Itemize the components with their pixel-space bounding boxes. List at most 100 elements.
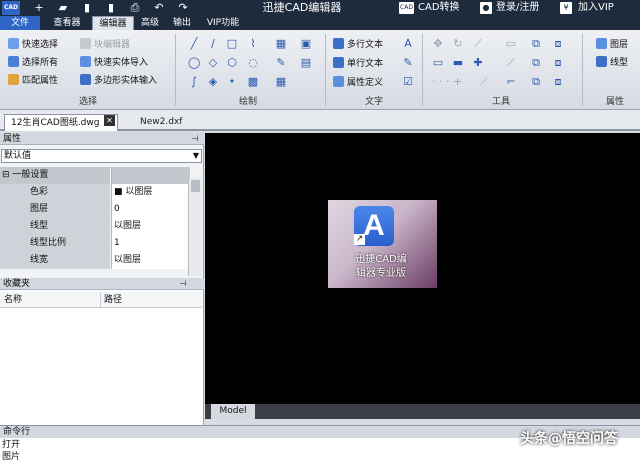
property-group-row[interactable]: ⊟ 一般设置 <box>0 167 190 184</box>
clip-icon[interactable]: ⧈ <box>552 76 564 88</box>
layer-button[interactable]: 图层 <box>596 38 628 53</box>
rotate-icon[interactable]: ↻ <box>452 38 464 50</box>
line-icon[interactable]: ╱ <box>188 38 200 50</box>
rect-select-icon[interactable]: ▬ <box>452 57 464 69</box>
ellipse-icon[interactable]: ◇ <box>207 57 219 69</box>
command-panel: 命令行 打开 图片 头条@悟空问答 <box>0 425 640 463</box>
doc-tab-active[interactable]: 12生肖CAD图纸.dwg <box>4 114 118 131</box>
model-tab[interactable]: Model <box>211 404 255 419</box>
new-icon[interactable]: + <box>32 1 46 15</box>
save-as-icon[interactable]: ▮ <box>104 1 118 15</box>
group-icon[interactable]: ⧈ <box>552 57 564 69</box>
replace-icon[interactable]: ⧉ <box>530 76 542 88</box>
tab-editor[interactable]: 编辑器 <box>92 16 134 30</box>
polygon-icon <box>80 74 91 85</box>
pin-icon[interactable]: ⊣ <box>190 134 200 144</box>
quick-select-icon <box>8 38 19 49</box>
table-icon[interactable]: ▤ <box>300 57 312 69</box>
text-edit-icon[interactable]: ✎ <box>402 57 414 69</box>
tab-advanced[interactable]: 高级 <box>136 16 164 30</box>
column-path[interactable]: 路径 <box>104 292 122 308</box>
spline-icon[interactable]: ⌇ <box>247 38 259 50</box>
block-editor-button[interactable]: 块编辑器 <box>80 38 130 53</box>
property-row[interactable]: 色彩 ■ 以图层 <box>0 184 190 201</box>
property-row[interactable]: 线宽 以图层 <box>0 252 190 269</box>
column-name[interactable]: 名称 <box>4 292 22 308</box>
group-label-tools: 工具 <box>491 97 510 107</box>
undo-icon[interactable]: ↶ <box>152 1 166 15</box>
move-icon[interactable]: ✥ <box>432 38 444 50</box>
properties-selector[interactable]: 默认值 ▼ <box>1 149 202 163</box>
drawing-canvas[interactable]: A ↗ 迅捷CAD编 辑器专业版 <box>205 133 640 404</box>
tab-viewer[interactable]: 查看器 <box>46 16 88 30</box>
inserted-image[interactable]: A ↗ 迅捷CAD编 辑器专业版 <box>328 200 437 288</box>
polygon-entity-button[interactable]: 多边形实体输入 <box>80 74 157 89</box>
pin-icon[interactable]: ⊣ <box>178 279 188 289</box>
login-button[interactable]: 登录/注册 <box>496 0 539 16</box>
region-icon[interactable]: ▣ <box>300 38 312 50</box>
column-divider <box>100 292 101 308</box>
pen-icon[interactable]: ✎ <box>275 57 287 69</box>
doc-tab[interactable]: New2.dxf <box>134 114 204 131</box>
match-props-button[interactable]: 匹配属性 <box>8 74 58 89</box>
hatch-icon[interactable]: ▦ <box>275 38 287 50</box>
cad-convert-button[interactable]: CAD转换 <box>418 0 460 16</box>
vip-icon[interactable]: ¥ <box>560 2 572 14</box>
layers-icon[interactable]: ⧉ <box>530 38 542 50</box>
point-icon[interactable]: • <box>226 76 238 88</box>
polyline-icon[interactable]: ∕ <box>207 38 219 50</box>
properties-scrollbar[interactable] <box>188 178 202 276</box>
image-label: 辑器专业版 <box>356 268 406 279</box>
redo-icon[interactable]: ↷ <box>176 1 190 15</box>
quick-entity-import-button[interactable]: 快速实体导入 <box>80 56 148 71</box>
mtext-button[interactable]: 多行文本 <box>333 38 383 53</box>
property-row[interactable]: 线型比例 1 <box>0 235 190 252</box>
shortcut-arrow-icon: ↗ <box>354 234 365 245</box>
select-all-button[interactable]: 选择所有 <box>8 56 58 71</box>
mtext-icon <box>333 38 344 49</box>
vip-button[interactable]: 加入VIP <box>578 0 614 16</box>
scrollbar-thumb[interactable] <box>191 180 200 192</box>
collapse-icon[interactable]: ⊟ <box>2 170 10 180</box>
open-folder-icon[interactable]: ▰ <box>56 1 70 15</box>
property-row[interactable]: 图层 0 <box>0 201 190 218</box>
quick-select-button[interactable]: 快速选择 <box>8 38 58 53</box>
arc-icon[interactable]: ◌ <box>247 57 259 69</box>
array-icon[interactable]: ⧉ <box>530 57 542 69</box>
save-icon[interactable]: ▮ <box>80 1 94 15</box>
attr-define-button[interactable]: 属性定义 <box>333 76 383 91</box>
frame-icon[interactable]: ▭ <box>432 57 444 69</box>
mirror-icon[interactable]: ⟋ <box>478 76 490 88</box>
trim-icon[interactable]: ⟋ <box>505 57 517 69</box>
fillet-icon[interactable]: ⌐ <box>505 76 517 88</box>
grid-icon[interactable]: ▦ <box>275 76 287 88</box>
polygon-draw-icon[interactable]: ⬡ <box>226 57 238 69</box>
property-row[interactable]: 线型 以图层 <box>0 218 190 235</box>
scale-icon[interactable]: ⟋ <box>472 38 484 50</box>
tab-vip[interactable]: VIP功能 <box>200 16 246 30</box>
circle-icon[interactable]: ◯ <box>188 57 200 69</box>
tab-output[interactable]: 输出 <box>168 16 196 30</box>
user-icon[interactable]: ● <box>480 2 492 14</box>
explode-icon[interactable]: ⧈ <box>552 38 564 50</box>
color-picker-icon[interactable]: ✚ <box>472 57 484 69</box>
properties-panel: 属性 ⊣ 默认值 ▼ ⊟ 一般设置 色彩 ■ 以图层 图层 0 线型 以图层 线型比例… <box>0 133 204 278</box>
copy-icon[interactable]: ▭ <box>505 38 517 50</box>
document-tab-bar: 12生肖CAD图纸.dwg ✕ New2.dxf <box>0 110 640 131</box>
dots-icon[interactable]: · · · + <box>432 76 472 88</box>
diamond-icon[interactable]: ◈ <box>207 76 219 88</box>
attr-define-icon <box>333 76 344 87</box>
text-style-icon[interactable]: A <box>402 38 414 50</box>
cad-convert-icon[interactable]: CAD <box>399 2 414 14</box>
command-history-line: 图片 <box>2 452 21 462</box>
curve-icon[interactable]: ∫ <box>188 76 200 88</box>
print-icon[interactable]: ⎙ <box>128 1 142 15</box>
linetype-button[interactable]: 线型 <box>596 56 628 71</box>
text-check-icon[interactable]: ☑ <box>402 76 414 88</box>
group-label-props: 属性 <box>605 97 624 107</box>
menu-file[interactable]: 文件 <box>0 16 40 30</box>
image-icon[interactable]: ▩ <box>247 76 259 88</box>
single-text-button[interactable]: 单行文本 <box>333 57 383 72</box>
close-icon[interactable]: ✕ <box>104 115 115 126</box>
rectangle-icon[interactable]: □ <box>226 38 238 50</box>
